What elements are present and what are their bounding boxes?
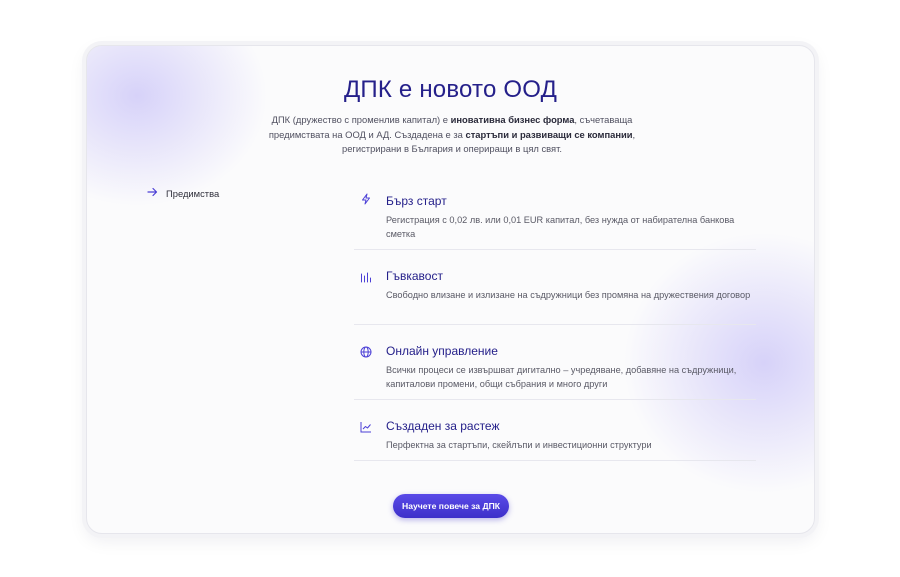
intro-text-1: ДПК (дружество с променлив капитал) е bbox=[271, 114, 451, 125]
globe-icon bbox=[360, 345, 372, 358]
side-nav-label: Предимства bbox=[166, 187, 220, 199]
side-nav-item-advantages[interactable]: Предимства bbox=[147, 187, 219, 199]
feature-description: Свободно влизане и излизане на съдружниц… bbox=[386, 290, 751, 300]
feature-title: Гъвкавост bbox=[386, 269, 443, 283]
feature-description: Перфектна за стартъпи, скейлъпи и инвест… bbox=[386, 440, 652, 450]
feature-item: Бърз старт Регистрация с 0,02 лв. или 0,… bbox=[354, 184, 756, 250]
feature-description: Регистрация с 0,02 лв. или 0,01 EUR капи… bbox=[386, 215, 735, 239]
feature-title: Онлайн управление bbox=[386, 344, 498, 358]
feature-title: Създаден за растеж bbox=[386, 419, 500, 433]
learn-more-button[interactable]: Научете повече за ДПК bbox=[393, 494, 509, 518]
intro-paragraph: ДПК (дружество с променлив капитал) е ин… bbox=[257, 113, 647, 157]
arrow-right-icon bbox=[147, 187, 158, 199]
feature-description: Всички процеси се извършват дигитално – … bbox=[386, 365, 737, 389]
features-card: ДПК е новото ООД ДПК (дружество с промен… bbox=[86, 45, 815, 534]
features-list: Бърз старт Регистрация с 0,02 лв. или 0,… bbox=[354, 184, 756, 461]
intro-bold-2: стартъпи и развиващи се компании bbox=[465, 128, 633, 140]
lightning-icon bbox=[360, 192, 372, 205]
decorative-glow-top-left bbox=[87, 46, 267, 206]
intro-bold-1: иновативна бизнес форма bbox=[450, 114, 575, 125]
feature-item: Гъвкавост Свободно влизане и излизане на… bbox=[354, 250, 756, 325]
bar-chart-icon bbox=[360, 270, 372, 283]
page-title: ДПК е новото ООД bbox=[343, 76, 558, 103]
trend-up-icon bbox=[360, 420, 372, 433]
feature-title: Бърз старт bbox=[386, 194, 447, 208]
feature-item: Онлайн управление Всички процеси се извъ… bbox=[354, 325, 756, 400]
feature-item: Създаден за растеж Перфектна за стартъпи… bbox=[354, 400, 756, 461]
